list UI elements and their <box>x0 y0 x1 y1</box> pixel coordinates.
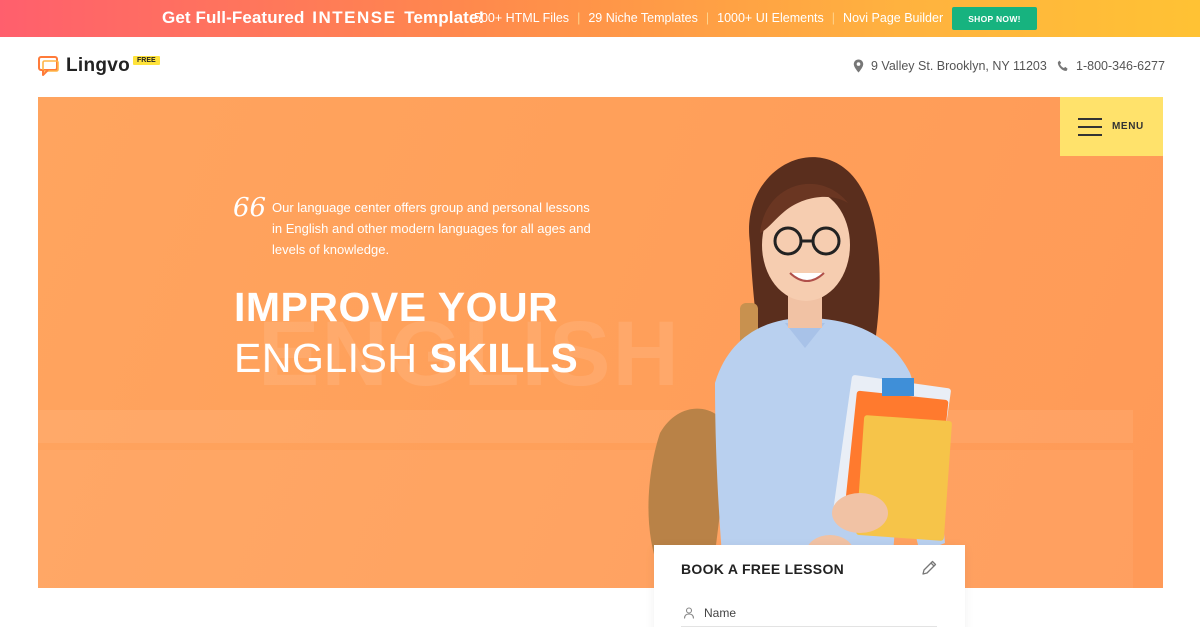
hero-title: IMPROVE YOUR ENGLISH SKILLS <box>234 282 578 384</box>
address-contact[interactable]: 9 Valley St. Brooklyn, NY 11203 <box>853 59 1047 73</box>
phone-icon <box>1057 60 1068 71</box>
logo-text: Lingvo <box>66 55 131 76</box>
promo-bar: Get Full-Featured INTENSE Template! 500+… <box>0 0 1200 37</box>
hero-title-light: ENGLISH <box>234 335 418 381</box>
promo-separator: | <box>577 11 581 25</box>
promo-title[interactable]: Get Full-Featured INTENSE Template! <box>162 8 484 28</box>
student-image <box>648 157 952 588</box>
booking-form-card: BOOK A FREE LESSON Name <box>654 545 965 627</box>
hero-title-bold: SKILLS <box>429 335 579 381</box>
chat-bubble-icon <box>38 56 60 76</box>
menu-button[interactable]: MENU <box>1060 97 1163 156</box>
address-text: 9 Valley St. Brooklyn, NY 11203 <box>871 59 1047 73</box>
promo-features: 500+ HTML Files | 29 Niche Templates | 1… <box>474 11 943 25</box>
promo-separator: | <box>831 11 836 25</box>
name-field-label: Name <box>704 605 737 620</box>
menu-label: MENU <box>1112 121 1144 132</box>
promo-feature: Novi Page Builder <box>843 11 944 25</box>
user-icon <box>683 606 695 619</box>
promo-feature: 29 Niche Templates <box>588 11 698 25</box>
promo-title-brand: INTENSE <box>312 8 397 27</box>
promo-feature: 1000+ UI Elements <box>717 11 824 25</box>
hero-section: ENGLISH MENU 66 Our language center offe… <box>38 97 1163 588</box>
promo-title-pre: Get Full-Featured <box>162 8 305 27</box>
hero-intro-text: Our language center offers group and per… <box>272 200 591 257</box>
site-logo[interactable]: Lingvo <box>38 55 130 77</box>
quote-icon: 66 <box>233 193 267 223</box>
phone-contact[interactable]: 1-800-346-6277 <box>1057 59 1165 73</box>
booking-title: BOOK A FREE LESSON <box>681 561 845 577</box>
map-pin-icon <box>853 59 864 73</box>
phone-text: 1-800-346-6277 <box>1076 59 1165 73</box>
hamburger-icon <box>1078 117 1102 136</box>
promo-title-post: Template! <box>404 8 485 27</box>
pencil-icon <box>920 559 938 582</box>
promo-separator: | <box>705 11 710 25</box>
free-badge: FREE <box>133 56 160 65</box>
shop-now-button[interactable]: SHOP NOW! <box>952 7 1037 30</box>
hero-title-line1: IMPROVE YOUR <box>234 284 559 330</box>
name-field[interactable]: Name <box>681 599 937 627</box>
promo-feature: 500+ HTML Files <box>474 11 570 25</box>
